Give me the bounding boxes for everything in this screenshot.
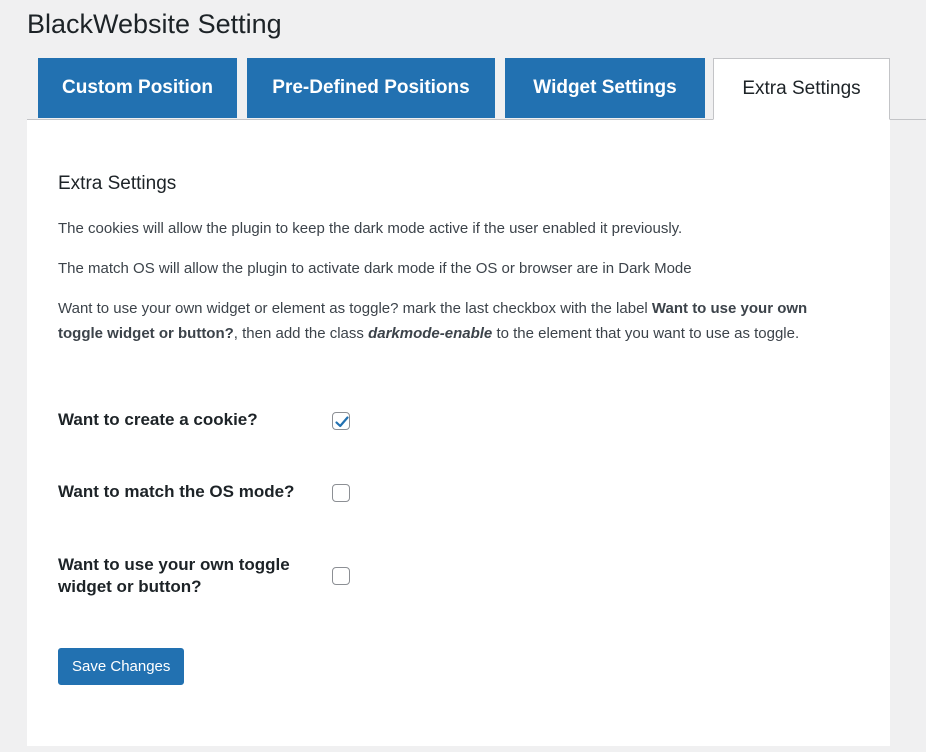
tab-custom-position[interactable]: Custom Position bbox=[38, 58, 237, 118]
save-changes-button[interactable]: Save Changes bbox=[58, 648, 185, 685]
checkmark-icon bbox=[335, 416, 349, 428]
toggle-desc-part2: , then add the class bbox=[233, 325, 369, 342]
match-os-label: Want to match the OS mode? bbox=[58, 482, 295, 501]
cookie-checkbox[interactable] bbox=[332, 412, 350, 430]
own-toggle-checkbox[interactable] bbox=[332, 567, 350, 585]
page-title: BlackWebsite Setting bbox=[27, 9, 282, 39]
cookies-description: The cookies will allow the plugin to kee… bbox=[58, 220, 683, 237]
section-title: Extra Settings bbox=[58, 173, 177, 194]
tab-extra-settings[interactable]: Extra Settings bbox=[713, 58, 890, 120]
toggle-desc-part3: to the element that you want to use as t… bbox=[492, 325, 800, 342]
tab-pre-defined-positions[interactable]: Pre-Defined Positions bbox=[247, 58, 495, 118]
toggle-description: Want to use your own widget or element a… bbox=[58, 296, 848, 346]
settings-panel: Extra Settings The cookies will allow th… bbox=[27, 120, 890, 746]
toggle-desc-part1: Want to use your own widget or element a… bbox=[58, 300, 652, 317]
match-os-description: The match OS will allow the plugin to ac… bbox=[58, 260, 692, 277]
tab-widget-settings[interactable]: Widget Settings bbox=[505, 58, 705, 118]
own-toggle-label: Want to use your own toggle widget or bu… bbox=[58, 555, 290, 596]
settings-tabs: Custom Position Pre-Defined Positions Wi… bbox=[38, 58, 926, 120]
cookie-label: Want to create a cookie? bbox=[58, 410, 258, 429]
match-os-checkbox[interactable] bbox=[332, 484, 350, 502]
toggle-desc-class-name: darkmode-enable bbox=[368, 325, 493, 342]
